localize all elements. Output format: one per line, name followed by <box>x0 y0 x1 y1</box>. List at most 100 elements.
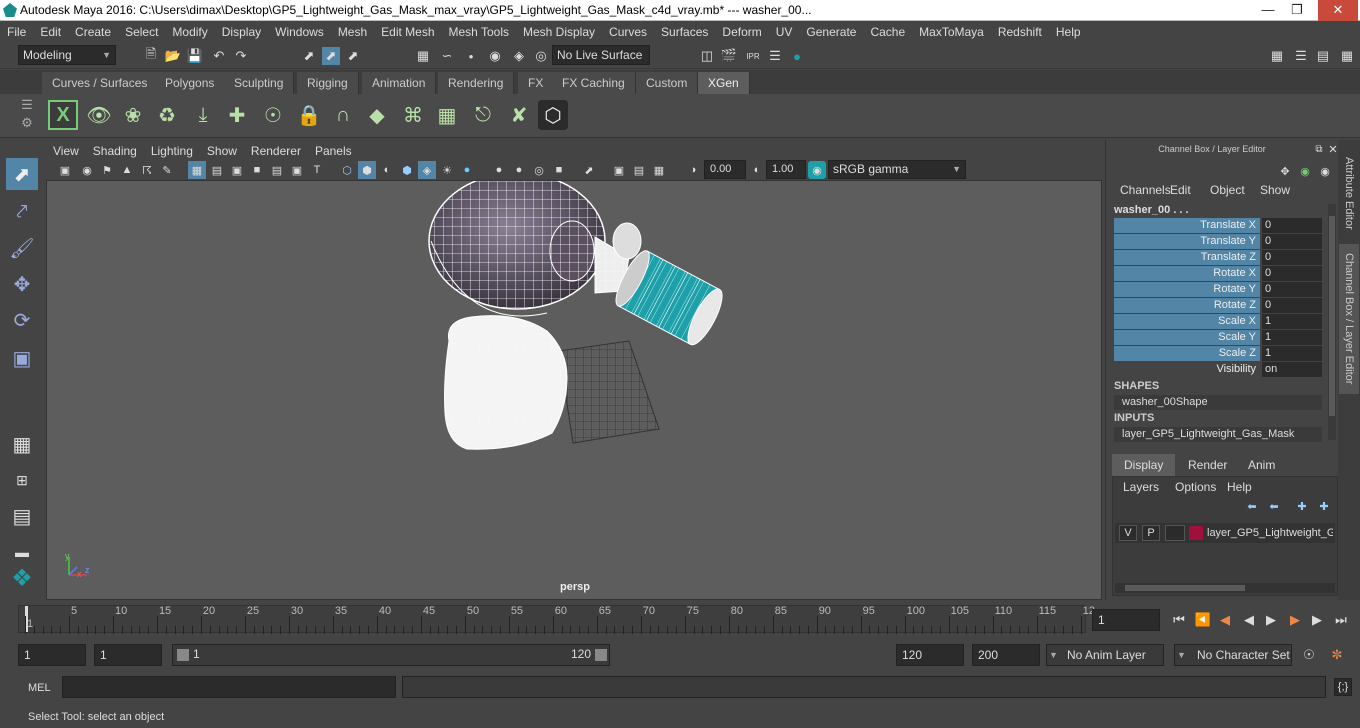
shelf-tab-xgen[interactable]: XGen <box>698 72 750 94</box>
xgen-cube-icon[interactable]: ⬡ <box>538 100 568 130</box>
depth-of-field-icon[interactable]: ■ <box>550 161 568 179</box>
channel-row[interactable]: Translate X0 <box>1114 218 1322 233</box>
channel-toggle-2-icon[interactable]: ◉ <box>1296 162 1314 180</box>
menu-cache[interactable]: Cache <box>863 21 912 43</box>
shelf-tab-rendering[interactable]: Rendering <box>438 72 515 94</box>
scale-tool-icon[interactable]: ▣ <box>6 342 38 374</box>
xray-icon[interactable]: ◈ <box>418 161 436 179</box>
shelf-tab-curves-surfaces[interactable]: Curves / Surfaces <box>42 72 159 94</box>
playback-start-field[interactable]: 1 <box>94 644 162 666</box>
menu-mesh[interactable]: Mesh <box>331 21 374 43</box>
rotate-tool-icon[interactable]: ⟳ <box>6 304 38 336</box>
menu-create[interactable]: Create <box>68 21 118 43</box>
toggle-outliner-icon[interactable]: ☰ <box>1292 47 1310 65</box>
tab-channel-box-layer-editor[interactable]: Channel Box / Layer Editor <box>1339 244 1359 394</box>
four-view-icon[interactable]: ⊞ <box>6 464 38 496</box>
snap-grid-icon[interactable]: ▦ <box>414 47 432 65</box>
menu-generate[interactable]: Generate <box>799 21 863 43</box>
toggle-attribute-icon[interactable]: ▤ <box>1314 47 1332 65</box>
animation-prefs-icon[interactable]: ✼ <box>1328 646 1346 664</box>
xgen-layers-icon[interactable]: ◆ <box>362 100 392 130</box>
channel-value[interactable]: 0 <box>1262 298 1322 313</box>
viewport-menu-view[interactable]: View <box>46 142 86 160</box>
play-forwards-icon[interactable]: ▶ <box>1262 611 1280 629</box>
render-settings-icon[interactable]: ☰ <box>766 47 784 65</box>
playback-end-field[interactable]: 120 <box>896 644 964 666</box>
menu-help[interactable]: Help <box>1049 21 1088 43</box>
new-layer-icon[interactable]: ✚ <box>1293 497 1311 515</box>
wireframe-on-shaded-icon[interactable]: ◐ <box>378 161 396 179</box>
channel-name[interactable]: Translate X <box>1114 218 1260 233</box>
select-hierarchy-icon[interactable]: ⬈ <box>300 47 318 65</box>
channel-value[interactable]: on <box>1262 362 1322 377</box>
time-ruler[interactable]: 1 5 10 15 20 25 30 35 40 45 50 55 60 65 70 75 80 85 90 95 10… <box>18 605 1095 634</box>
lights-icon[interactable]: ☀ <box>438 161 456 179</box>
range-end-handle[interactable] <box>595 649 607 661</box>
snap-surface-icon[interactable]: ◈ <box>510 47 528 65</box>
color-space-dropdown[interactable]: sRGB gamma ▼ <box>828 160 966 179</box>
menu-maxtomaya[interactable]: MaxToMaya <box>912 21 991 43</box>
channel-row[interactable]: Scale Z1 <box>1114 346 1322 361</box>
menu-surfaces[interactable]: Surfaces <box>654 21 715 43</box>
channel-name[interactable]: Visibility <box>1114 362 1260 377</box>
textured-icon[interactable]: ⬢ <box>398 161 416 179</box>
xgen-delete-icon[interactable]: ✘ <box>504 100 534 130</box>
channel-row[interactable]: Rotate Z0 <box>1114 298 1322 313</box>
gamma-field[interactable]: 1.00 <box>766 160 806 179</box>
command-input[interactable] <box>62 676 396 698</box>
menu-mesh-tools[interactable]: Mesh Tools <box>442 21 516 43</box>
character-set-dropdown[interactable]: ▼ No Character Set <box>1174 644 1292 666</box>
xgen-modifier-icon[interactable]: ⌘ <box>398 100 428 130</box>
select-tool-icon[interactable]: ⬈ <box>6 158 38 190</box>
toggle-channelbox-icon[interactable]: ▦ <box>1338 47 1356 65</box>
single-perspective-icon[interactable]: ▦ <box>6 428 38 460</box>
exposure-icon[interactable]: ◑ <box>684 161 702 179</box>
layer-menu-help[interactable]: Help <box>1227 480 1252 494</box>
layer-color-swatch[interactable] <box>1189 526 1203 540</box>
grease-pencil-icon[interactable]: ✎ <box>158 161 176 179</box>
minimize-button[interactable]: — <box>1254 0 1282 21</box>
channel-name[interactable]: Rotate X <box>1114 266 1260 281</box>
viewport-menu-renderer[interactable]: Renderer <box>244 142 308 160</box>
script-editor-icon[interactable]: {;} <box>1334 678 1352 696</box>
channel-name[interactable]: Scale Y <box>1114 330 1260 345</box>
channel-value[interactable]: 0 <box>1262 218 1322 233</box>
xgen-sculpt-icon[interactable]: ⤓ <box>188 100 218 130</box>
menu-file[interactable]: File <box>0 21 33 43</box>
channel-row[interactable]: Visibility on <box>1114 362 1322 377</box>
shelf-tab-custom[interactable]: Custom <box>636 72 699 94</box>
shelf-tab-fx[interactable]: FX <box>518 72 555 94</box>
xgen-guides-icon[interactable]: ♻ <box>152 100 182 130</box>
layer-move-up-icon[interactable]: ⬅ <box>1243 497 1261 515</box>
channel-menu-edit[interactable]: Edit <box>1170 183 1191 197</box>
shelf-tab-rigging[interactable]: Rigging <box>297 72 359 94</box>
perspective-viewport[interactable]: y x z persp <box>46 180 1102 600</box>
channel-row[interactable]: Translate Z0 <box>1114 250 1322 265</box>
new-layer-selected-icon[interactable]: ✚ <box>1315 497 1333 515</box>
menu-select[interactable]: Select <box>118 21 165 43</box>
xray-active-icon[interactable]: ▤ <box>630 161 648 179</box>
layer-playback-toggle[interactable]: P <box>1142 525 1160 541</box>
workspace-icon[interactable]: ▦ <box>1268 47 1286 65</box>
camera-icon[interactable]: ▣ <box>56 161 74 179</box>
grid-toggle-icon[interactable]: ▦ <box>188 161 206 179</box>
channel-row[interactable]: Rotate X0 <box>1114 266 1322 281</box>
channel-row[interactable]: Translate Y0 <box>1114 234 1322 249</box>
step-forward-key-icon[interactable]: ▶ <box>1286 611 1304 629</box>
menu-mesh-display[interactable]: Mesh Display <box>516 21 602 43</box>
snap-live-icon[interactable]: ◎ <box>532 47 550 65</box>
select-object-icon[interactable]: ⬈ <box>322 47 340 65</box>
mode-dropdown[interactable]: Modeling ▼ <box>18 45 116 65</box>
new-scene-icon[interactable]: 🗎 <box>142 46 160 65</box>
channel-value[interactable]: 1 <box>1262 330 1322 345</box>
channel-name[interactable]: Rotate Z <box>1114 298 1260 313</box>
exposure-field[interactable]: 0.00 <box>704 160 746 179</box>
gamma-icon[interactable]: ◐ <box>748 161 766 179</box>
step-forward-icon[interactable]: ▶ <box>1308 611 1326 629</box>
channel-value[interactable]: 1 <box>1262 346 1322 361</box>
channel-value[interactable]: 0 <box>1262 266 1322 281</box>
go-to-start-icon[interactable]: ⏮ <box>1170 611 1188 629</box>
open-scene-icon[interactable]: 📂 <box>164 47 182 65</box>
range-start-handle[interactable] <box>177 649 189 661</box>
range-slider[interactable]: 1 120 <box>172 644 610 666</box>
